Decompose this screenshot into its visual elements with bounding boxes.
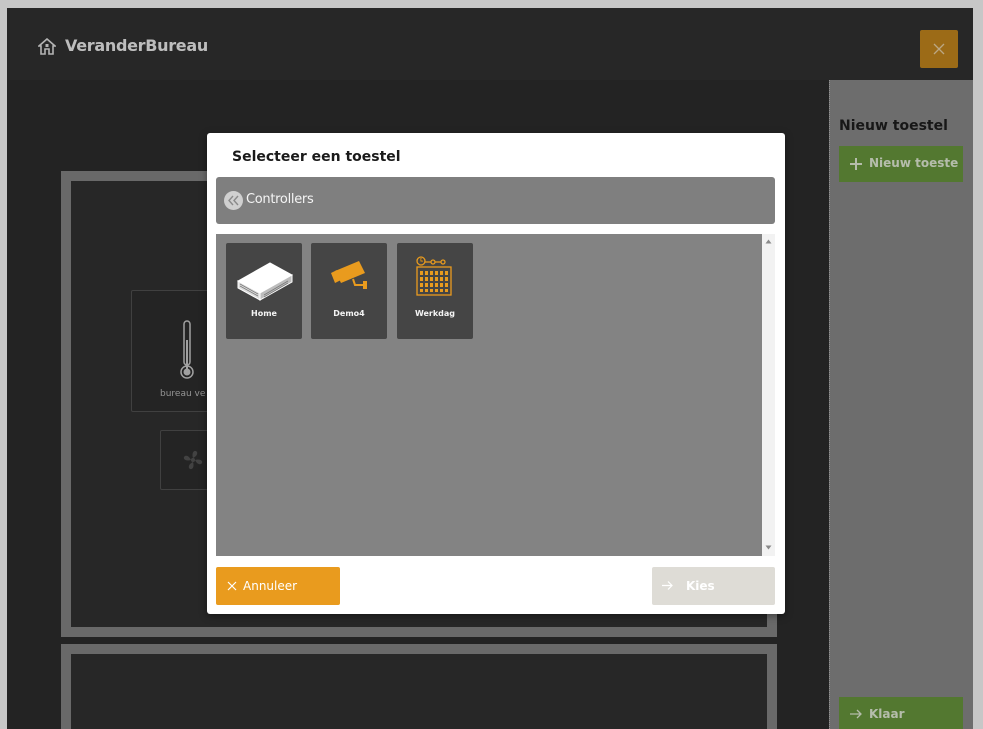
dialog-title: Selecteer een toestel xyxy=(232,149,401,165)
select-device-dialog: Selecteer een toestel Controllers Home D… xyxy=(207,133,785,614)
device-tile-demo4[interactable]: Demo4 xyxy=(311,243,387,339)
breadcrumb: Controllers xyxy=(216,177,775,224)
double-chevron-left-icon xyxy=(228,195,239,206)
breadcrumb-label: Controllers xyxy=(246,192,314,207)
choose-button[interactable]: Kies xyxy=(652,567,775,605)
choose-label: Kies xyxy=(686,579,715,593)
device-tile-werkdag[interactable]: Werkdag xyxy=(397,243,473,339)
device-list: Home Demo4 Werkdag xyxy=(216,234,775,556)
cancel-label: Annuleer xyxy=(243,579,298,593)
device-tile-home[interactable]: Home xyxy=(226,243,302,339)
scrollbar[interactable] xyxy=(762,234,775,556)
device-label: Werkdag xyxy=(414,309,456,318)
close-icon xyxy=(227,581,237,591)
calendar-schedule-icon xyxy=(416,256,452,296)
scroll-down-icon[interactable] xyxy=(765,545,772,550)
scroll-up-icon[interactable] xyxy=(765,239,772,244)
cancel-button[interactable]: Annuleer xyxy=(216,567,340,605)
arrow-right-icon xyxy=(662,581,673,590)
device-label: Home xyxy=(251,309,277,318)
back-button[interactable] xyxy=(224,191,243,210)
device-label: Demo4 xyxy=(333,309,365,318)
camera-icon xyxy=(331,261,367,289)
controller-box-icon xyxy=(236,262,294,301)
